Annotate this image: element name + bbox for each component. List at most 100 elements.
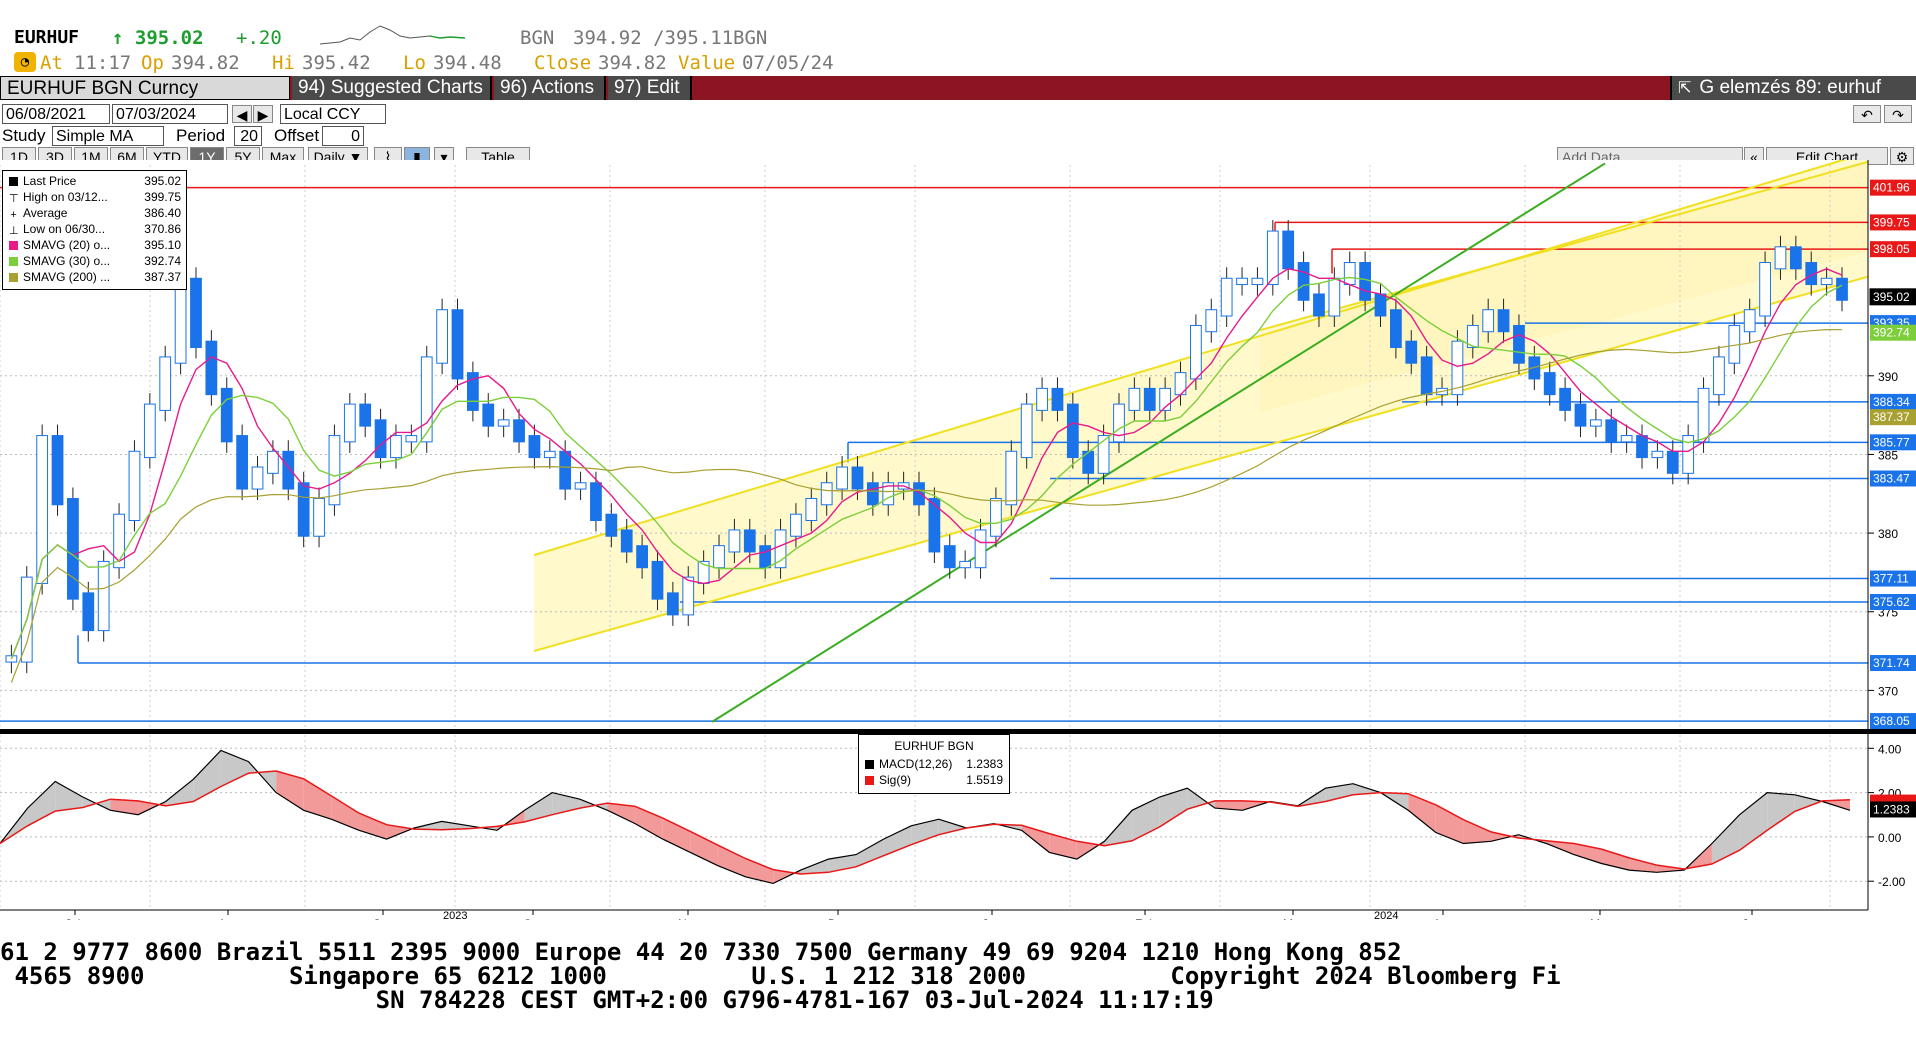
speedometer-icon[interactable]: ◔ xyxy=(14,52,36,72)
redo-icon[interactable]: ↷ xyxy=(1884,105,1912,123)
legend-row: + Average 386.40 xyxy=(9,206,181,221)
x-tick-label: Jul xyxy=(65,917,80,920)
candle-body xyxy=(559,450,572,490)
candle-body xyxy=(1482,309,1495,333)
candle xyxy=(51,424,64,516)
candle xyxy=(36,424,49,595)
candle-body xyxy=(743,529,756,553)
candle-body xyxy=(451,309,464,380)
candle-body xyxy=(220,387,233,443)
candle-body xyxy=(1820,277,1833,286)
candle-body xyxy=(1420,356,1433,396)
legend-label: Sig(9) xyxy=(879,773,912,787)
legend-row: Last Price 395.02 xyxy=(9,174,181,189)
x-tick-label: Nov xyxy=(678,917,699,920)
undo-icon[interactable]: ↶ xyxy=(1853,105,1881,123)
candle-body xyxy=(666,592,679,616)
candle-body xyxy=(1743,309,1756,333)
chart-title-tab[interactable]: ⇱ G elemzés 89: eurhuf xyxy=(1670,76,1916,100)
macd-legend[interactable]: EURHUF BGN MACD(12,26) 1.2383 Sig(9) 1.551… xyxy=(858,734,1010,794)
candle-body xyxy=(959,560,972,569)
legend-label: Last Price xyxy=(23,174,77,188)
candle-body xyxy=(1789,246,1802,270)
chart-legend[interactable]: Last Price 395.02 ⊤ High on 03/12... 399.75… xyxy=(2,170,187,290)
legend-label: Low on 06/30... xyxy=(23,222,106,236)
candle-body xyxy=(251,466,264,490)
candle-body xyxy=(1328,277,1341,317)
y-tick-label: 4.00 xyxy=(1878,742,1902,756)
candle-body xyxy=(990,497,1002,537)
price-tag-label: 387.37 xyxy=(1873,410,1910,424)
candle-body xyxy=(620,529,633,553)
offset-field[interactable]: 0 xyxy=(322,126,364,146)
next-arrow-icon[interactable]: ▶ xyxy=(253,105,273,123)
x-tick-label: Apr xyxy=(1433,917,1452,920)
study-select[interactable]: Simple MA xyxy=(52,126,164,146)
popout-icon: ⇱ xyxy=(1678,80,1692,97)
candle-body xyxy=(1605,419,1618,443)
legend-row: ⊥ Low on 06/30... 370.86 xyxy=(9,222,181,237)
macd-fill xyxy=(1739,792,1768,851)
candle-body xyxy=(420,356,433,443)
candle-body xyxy=(636,545,648,569)
candle-body xyxy=(1559,387,1571,411)
price-chart[interactable]: 370375380385390401.96399.75398.05395.023… xyxy=(0,160,1916,920)
candle-body xyxy=(574,482,587,490)
candle-body xyxy=(1636,435,1648,459)
candle-body xyxy=(282,450,295,490)
security-field[interactable]: EURHUF BGN Curncy xyxy=(0,76,290,100)
edit-menu[interactable]: 97) Edit ▾ xyxy=(608,76,692,122)
macd-fill xyxy=(55,781,83,812)
legend-swatch xyxy=(9,177,18,186)
legend-row: ⊤ High on 03/12... 399.75 xyxy=(9,190,181,205)
candle-body xyxy=(159,356,172,411)
actions-menu[interactable]: 96) Actions ▾ xyxy=(494,76,606,122)
candle-body xyxy=(297,482,310,537)
low-label: Lo xyxy=(403,52,426,74)
period-field[interactable]: 20 xyxy=(234,126,262,146)
candle-body xyxy=(820,482,833,506)
candle-body xyxy=(143,403,156,459)
price-tag-label: 399.75 xyxy=(1873,215,1910,229)
macd-fill xyxy=(1463,819,1492,844)
start-date-field[interactable]: 06/08/2021 xyxy=(2,104,110,124)
study-row: Study Simple MA Period 20 Offset 0 xyxy=(0,126,1916,148)
candle xyxy=(67,487,79,611)
macd-fill xyxy=(1767,792,1795,831)
candle xyxy=(1005,440,1018,516)
previous-arrow-icon[interactable]: ◀ xyxy=(232,105,252,123)
high-label: Hi xyxy=(272,52,295,74)
candle-body xyxy=(390,435,402,459)
end-date-field[interactable]: 07/03/2024 xyxy=(112,104,228,124)
legend-value: 395.10 xyxy=(144,238,181,252)
legend-row: MACD(12,26) 1.2383 xyxy=(865,757,1003,771)
x-tick-label: May xyxy=(1590,917,1613,920)
legend-swatch xyxy=(865,776,874,785)
price-tag-label: 375.62 xyxy=(1873,595,1910,609)
currency-select[interactable]: Local CCY xyxy=(280,104,386,124)
candle-body xyxy=(759,545,772,569)
candle xyxy=(205,330,218,406)
legend-swatch xyxy=(9,241,18,250)
candle-body xyxy=(1836,277,1848,301)
candle-body xyxy=(1390,309,1402,348)
price-tag-label: 395.02 xyxy=(1873,290,1910,304)
quote-detail-row: ◔ At 11:17 Op 394.82 Hi 395.42 Lo 394.48… xyxy=(0,50,1916,74)
candle-body xyxy=(374,419,387,459)
candle-body xyxy=(1128,387,1141,411)
y-tick-label: 390 xyxy=(1878,370,1898,384)
close-price: 394.82 xyxy=(598,52,667,74)
candle-body xyxy=(1066,403,1079,459)
study-label: Study xyxy=(2,126,46,145)
legend-value: 1.5519 xyxy=(966,773,1003,787)
macd-fill xyxy=(662,818,691,853)
y-tick-label: -2.00 xyxy=(1878,875,1906,889)
candle-body xyxy=(913,482,925,506)
candle-body xyxy=(713,545,725,569)
legend-value: 1.2383 xyxy=(966,757,1003,771)
close-label: Close xyxy=(534,52,592,74)
suggested-charts-menu[interactable]: 94) Suggested Charts ▾ xyxy=(292,76,492,122)
candle-body xyxy=(1543,372,1556,396)
macd-tag-label: 1.2383 xyxy=(1873,802,1910,816)
candle xyxy=(143,393,156,469)
